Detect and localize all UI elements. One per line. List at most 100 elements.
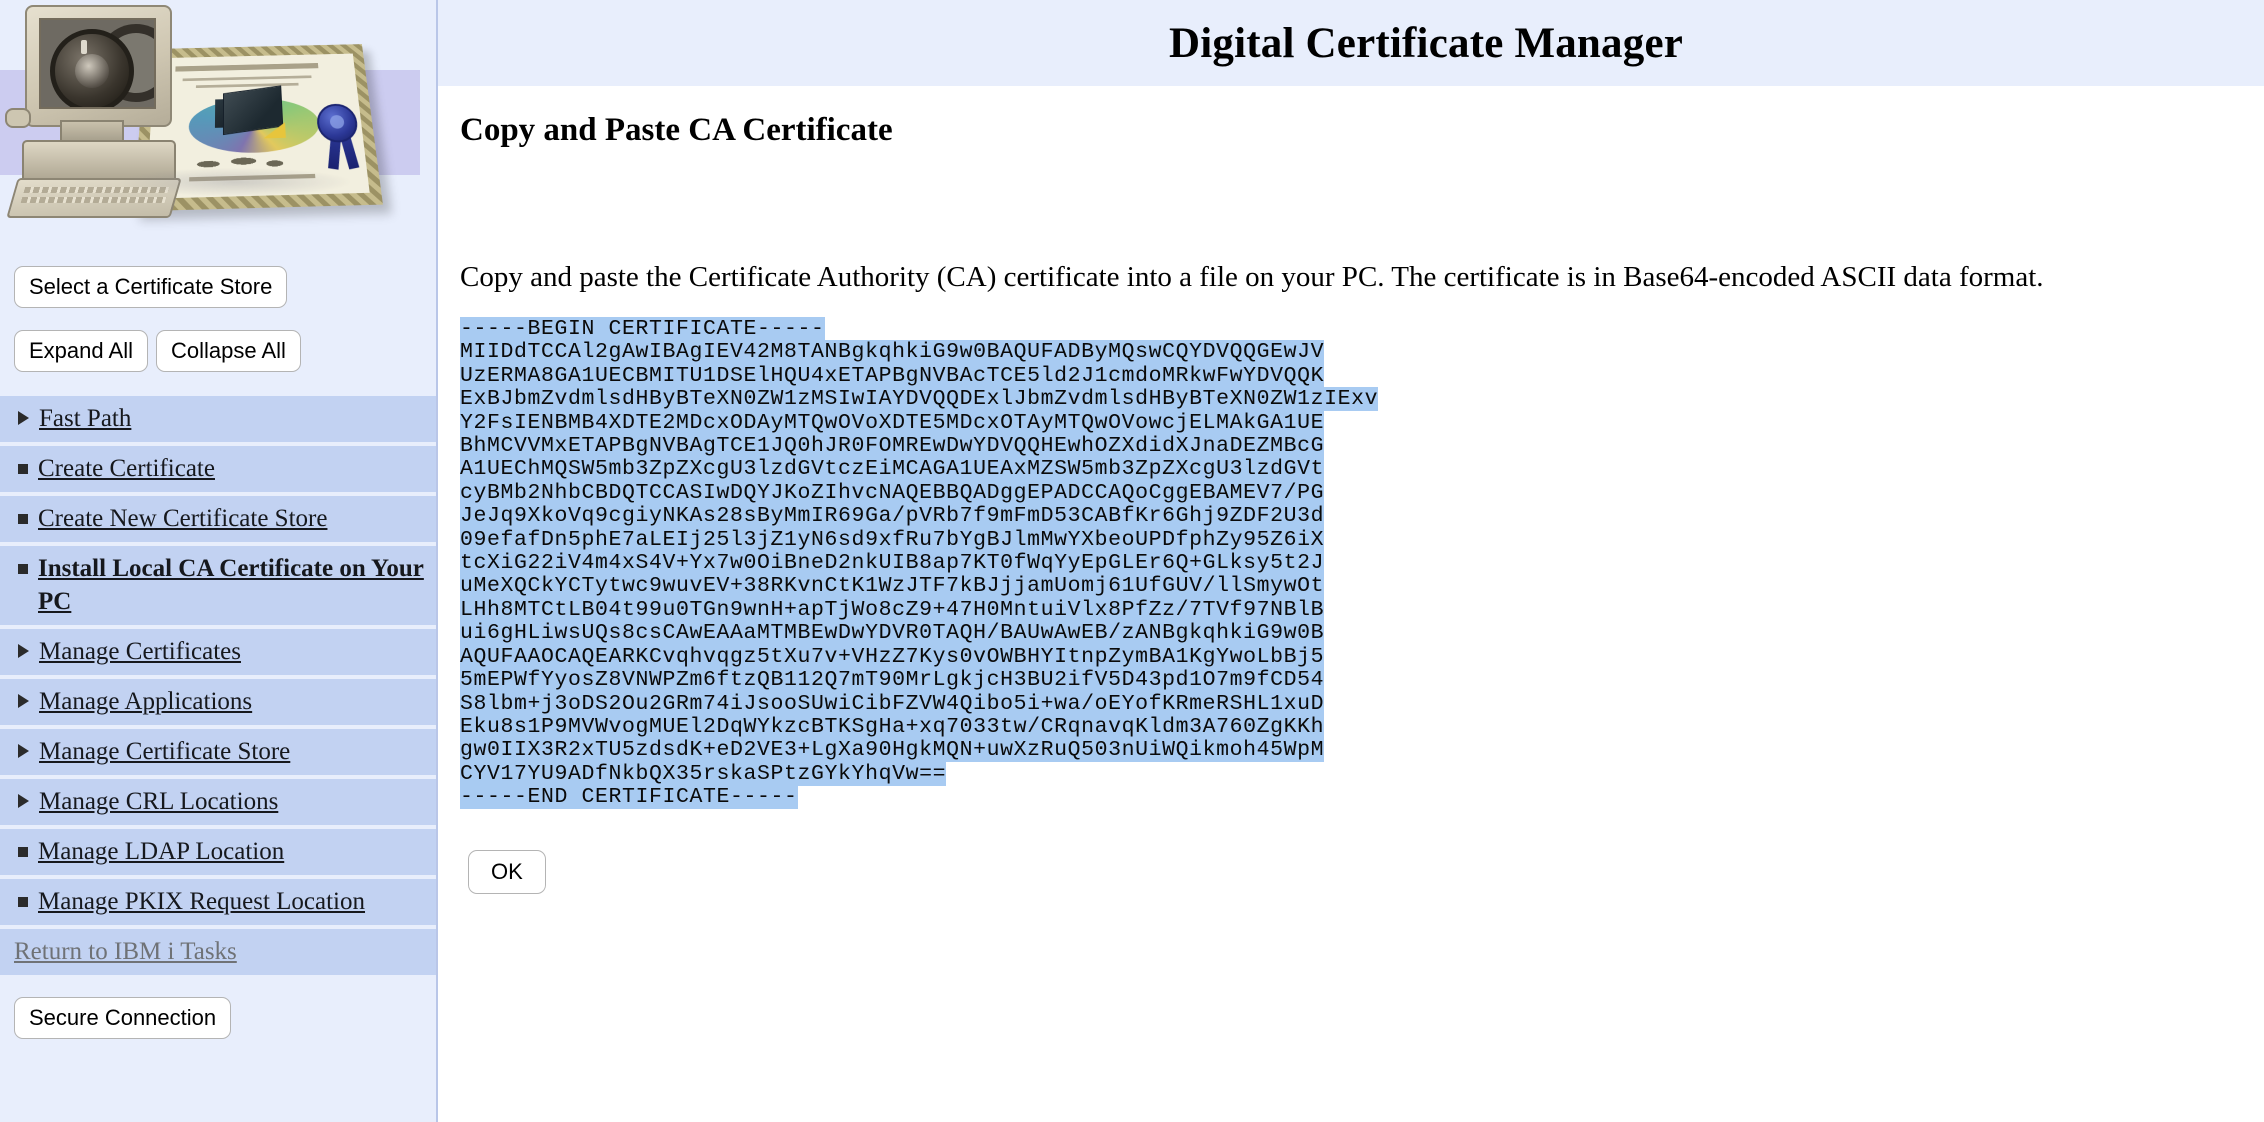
ok-button[interactable]: OK <box>468 849 546 894</box>
page-title: Copy and Paste CA Certificate <box>460 112 893 148</box>
certificate-line-text: MIIDdTCCAl2gAwIBAgIEV42M8TANBgkqhkiG9w0B… <box>460 340 1325 365</box>
sidebar-item-create-certificate[interactable]: Create Certificate <box>0 446 436 492</box>
page-root: Select a Certificate Store Expand All Co… <box>0 0 2264 1122</box>
expand-triangle-icon <box>18 411 29 425</box>
sidebar-item-label: Manage LDAP Location <box>38 838 285 865</box>
certificate-line: ui6gHLiwsUQs8csCAwEAAaMTMBEwDwYDVR0TAQH/… <box>460 621 1378 646</box>
combination-dial-graphic <box>50 29 134 107</box>
instruction-text: Copy and paste the Certificate Authority… <box>460 261 2044 293</box>
computer-monitor-illustration <box>25 5 172 127</box>
certificate-line-text: ExBJbmZvdmlsdHByBTeXN0ZW1zMSIwIAYDVQQDEx… <box>460 387 1379 412</box>
sidebar-item-label: Create New Certificate Store <box>38 505 328 532</box>
sidebar-item-label: Manage PKIX Request Location <box>38 888 366 915</box>
sidebar-item-label: Manage Certificates <box>39 638 241 665</box>
certificate-line-text: UzERMA8GA1UECBMITU1DSElHQU4xETAPBgNVBAcT… <box>460 363 1325 388</box>
keyboard-key-row <box>20 197 167 203</box>
certificate-line-text: A1UEChMQSW5mb3ZpZXcgU3lzdGVtczEiMCAGA1UE… <box>460 457 1325 482</box>
sidebar-item-manage-applications[interactable]: Manage Applications <box>0 679 436 725</box>
sidebar-item-label: Manage CRL Locations <box>39 788 279 815</box>
certificate-text-line <box>195 82 299 89</box>
bullet-square-icon <box>18 564 28 574</box>
sidebar-item-return-to-ibm-i-tasks[interactable]: Return to IBM i Tasks <box>0 929 436 975</box>
computer-mouse-illustration <box>5 108 31 128</box>
sidebar-item-label: Install Local CA Certificate on Your PC <box>38 555 424 615</box>
certificate-line: JeJq9XkoVq9cgiyNKAs28sByMmIR69Ga/pVRb7f9… <box>460 504 1378 529</box>
certificate-line-text: cyBMb2NhbCBDQTCCASIwDQYJKoZIhvcNAQEBBQAD… <box>460 480 1325 505</box>
certificate-line: -----END CERTIFICATE----- <box>460 785 1378 810</box>
collapse-all-button[interactable]: Collapse All <box>155 330 301 372</box>
sidebar-item-manage-certificate-store[interactable]: Manage Certificate Store <box>0 729 436 775</box>
certificate-line: S8lbm+j3oDS2Ou2GRm74iJsooSUwiCibFZVW4Qib… <box>460 691 1378 716</box>
expand-triangle-icon <box>18 644 29 658</box>
secure-connection-row: Secure Connection <box>0 997 436 1039</box>
certificate-line: 5mEPWfYyosZ8VNWPZm6ftzQB112Q7mT90MrLgkjc… <box>460 668 1378 693</box>
main-content: Digital Certificate Manager Copy and Pas… <box>438 0 2264 1122</box>
certificate-line: BhMCVVMxETAPBgNVBAgTCE1JQ0hJR0FOMREwDwYD… <box>460 434 1378 459</box>
sidebar-item-manage-crl-locations[interactable]: Manage CRL Locations <box>0 779 436 825</box>
secure-connection-button[interactable]: Secure Connection <box>14 997 232 1039</box>
certificate-line-text: BhMCVVMxETAPBgNVBAgTCE1JQ0hJR0FOMREwDwYD… <box>460 434 1325 459</box>
sidebar-item-label: Fast Path <box>39 405 132 432</box>
certificate-line: gw0IIX3R2xTU5zdsdK+eD2VE3+LgXa90HgkMQN+u… <box>460 738 1378 763</box>
certificate-text-line <box>182 75 312 82</box>
bullet-square-icon <box>18 897 28 907</box>
certificate-line-text: uMeXQCkYCTytwc9wuvEV+38RKvnCtK1WzJTF7kBJ… <box>460 574 1325 599</box>
bullet-square-icon <box>18 464 28 474</box>
certificate-line-text: -----END CERTIFICATE----- <box>460 785 798 810</box>
sidebar-item-install-local-ca-certificate-on-your-pc[interactable]: Install Local CA Certificate on Your PC <box>0 546 436 625</box>
certificate-line: uMeXQCkYCTytwc9wuvEV+38RKvnCtK1WzJTF7kBJ… <box>460 574 1378 599</box>
certificate-line: 09efafDn5phE7aLEIj25l3jZ1yN6sd9xfRu7bYgB… <box>460 527 1378 552</box>
certificate-line-text: S8lbm+j3oDS2Ou2GRm74iJsooSUwiCibFZVW4Qib… <box>460 691 1325 716</box>
sidebar-item-manage-ldap-location[interactable]: Manage LDAP Location <box>0 829 436 875</box>
certificate-line: A1UEChMQSW5mb3ZpZXcgU3lzdGVtczEiMCAGA1UE… <box>460 457 1378 482</box>
sidebar-item-label: Return to IBM i Tasks <box>14 938 237 965</box>
certificate-line-text: gw0IIX3R2xTU5zdsdK+eD2VE3+LgXa90HgkMQN+u… <box>460 738 1325 763</box>
certificate-line-text: Y2FsIENBMB4XDTE2MDcxODAyMTQwOVoXDTE5MDcx… <box>460 410 1325 435</box>
expand-triangle-icon <box>18 744 29 758</box>
certificate-line-text: tcXiG22iV4m4xS4V+Yx7w0OiBneD2nkUIB8ap7KT… <box>460 551 1325 576</box>
sidebar-item-create-new-certificate-store[interactable]: Create New Certificate Store <box>0 496 436 542</box>
select-store-row: Select a Certificate Store <box>0 266 436 308</box>
certificate-line: LHh8MTCtLB04t99u0TGn9wnH+apTjWo8cZ9+47H0… <box>460 597 1378 622</box>
certificate-line-text: AQUFAAOCAQEARKCvqhvqgz5tXu7v+VHzZ7Kys0vO… <box>460 644 1325 669</box>
certificate-line: ExBJbmZvdmlsdHByBTeXN0ZW1zMSIwIAYDVQQDEx… <box>460 387 1379 412</box>
certificate-line: Eku8s1P9MVWvogMUEl2DqWYkzcBTKSgHa+xq7033… <box>460 714 1378 739</box>
certificate-line: cyBMb2NhbCBDQTCCASIwDQYJKoZIhvcNAQEBBQAD… <box>460 480 1378 505</box>
sidebar-item-label: Manage Certificate Store <box>39 738 291 765</box>
dial-tick <box>81 40 87 54</box>
certificate-line-text: CYV17YU9ADfNkbQX35rskaSPtzGYkYhqVw== <box>460 761 947 786</box>
certificate-line-text: 09efafDn5phE7aLEIj25l3jZ1yN6sd9xfRu7bYgB… <box>460 527 1325 552</box>
certificate-line: AQUFAAOCAQEARKCvqhvqgz5tXu7v+VHzZ7Kys0vO… <box>460 644 1378 669</box>
sidebar: Select a Certificate Store Expand All Co… <box>0 0 438 1122</box>
certificate-line: CYV17YU9ADfNkbQX35rskaSPtzGYkYhqVw== <box>460 761 1378 786</box>
sidebar-item-label: Create Certificate <box>38 455 215 482</box>
expand-all-button[interactable]: Expand All <box>14 330 148 372</box>
certificate-line: tcXiG22iV4m4xS4V+Yx7w0OiBneD2nkUIB8ap7KT… <box>460 551 1378 576</box>
sidebar-item-label: Manage Applications <box>39 688 253 715</box>
sidebar-item-manage-certificates[interactable]: Manage Certificates <box>0 629 436 675</box>
sidebar-navigation: Fast Path Create Certificate Create New Ce… <box>0 396 436 975</box>
certificate-line-text: Eku8s1P9MVWvogMUEl2DqWYkzcBTKSgHa+xq7033… <box>460 714 1325 739</box>
monitor-screen <box>39 18 156 109</box>
banner-shadow <box>120 168 350 196</box>
award-ribbon-icon <box>315 103 360 143</box>
ok-button-row: OK <box>460 849 2264 894</box>
bullet-square-icon <box>18 514 28 524</box>
certificate-line-text: 5mEPWfYyosZ8VNWPZm6ftzQB112Q7mT90MrLgkjc… <box>460 668 1325 693</box>
certificate-triangle-graphic <box>263 122 286 139</box>
dcm-banner-image <box>0 0 420 240</box>
certificate-line-text: LHh8MTCtLB04t99u0TGn9wnH+apTjWo8cZ9+47H0… <box>460 597 1325 622</box>
select-certificate-store-button[interactable]: Select a Certificate Store <box>14 266 288 308</box>
dial-inner <box>75 54 109 88</box>
app-header: Digital Certificate Manager <box>438 0 2264 86</box>
sidebar-item-manage-pkix-request-location[interactable]: Manage PKIX Request Location <box>0 879 436 925</box>
certificate-line-text: JeJq9XkoVq9cgiyNKAs28sByMmIR69Ga/pVRb7f9… <box>460 504 1325 529</box>
certificate-text-block[interactable]: -----BEGIN CERTIFICATE----- MIIDdTCCAl2gA… <box>460 317 1379 810</box>
certificate-line-text: -----BEGIN CERTIFICATE----- <box>460 317 825 341</box>
certificate-title-line <box>175 62 319 72</box>
sidebar-item-fast-path[interactable]: Fast Path <box>0 396 436 442</box>
certificate-line: Y2FsIENBMB4XDTE2MDcxODAyMTQwOVoXDTE5MDcx… <box>460 410 1378 435</box>
certificate-line: MIIDdTCCAl2gAwIBAgIEV42M8TANBgkqhkiG9w0B… <box>460 340 1378 365</box>
certificate-line: -----BEGIN CERTIFICATE----- <box>460 317 1378 341</box>
bullet-square-icon <box>18 847 28 857</box>
